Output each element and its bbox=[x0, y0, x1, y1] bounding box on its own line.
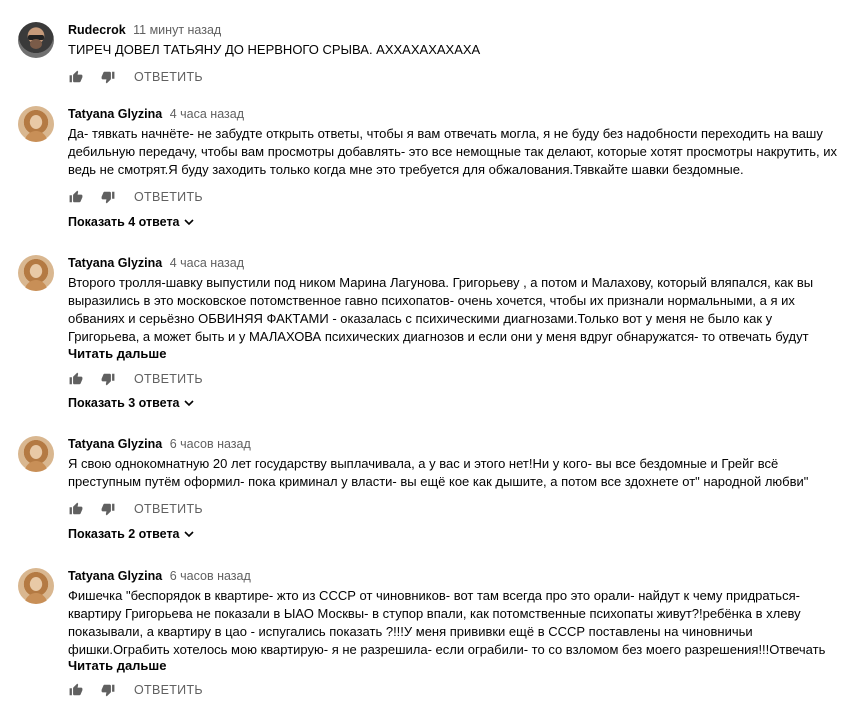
dislike-icon[interactable] bbox=[100, 189, 116, 205]
comment-author[interactable]: Tatyana Glyzina bbox=[68, 107, 162, 121]
like-icon[interactable] bbox=[68, 501, 84, 517]
dislike-icon[interactable] bbox=[100, 501, 116, 517]
comment-time[interactable]: 6 часов назад bbox=[170, 569, 251, 583]
show-replies-button[interactable]: Показать 4 ответа bbox=[68, 215, 194, 229]
comment-time[interactable]: 6 часов назад bbox=[170, 437, 251, 451]
reply-button[interactable]: ОТВЕТИТЬ bbox=[134, 372, 203, 386]
show-replies-label: Показать 3 ответа bbox=[68, 396, 180, 410]
avatar[interactable] bbox=[18, 436, 54, 472]
comment-time[interactable]: 11 минут назад bbox=[133, 23, 221, 37]
dislike-icon[interactable] bbox=[100, 69, 116, 85]
like-icon[interactable] bbox=[68, 371, 84, 387]
chevron-down-icon bbox=[183, 219, 194, 226]
dislike-icon[interactable] bbox=[100, 682, 116, 698]
comment-text: Второго тролля-шавку выпустили под ником… bbox=[68, 275, 814, 344]
avatar[interactable] bbox=[18, 106, 54, 142]
like-icon[interactable] bbox=[68, 682, 84, 698]
avatar[interactable] bbox=[18, 22, 54, 58]
comment-author[interactable]: Tatyana Glyzina bbox=[68, 569, 162, 583]
avatar[interactable] bbox=[18, 255, 54, 291]
show-replies-button[interactable]: Показать 2 ответа bbox=[68, 527, 194, 541]
reply-button[interactable]: ОТВЕТИТЬ bbox=[134, 683, 203, 697]
comment-author[interactable]: Tatyana Glyzina bbox=[68, 437, 162, 451]
show-replies-label: Показать 2 ответа bbox=[68, 527, 180, 541]
read-more-link[interactable]: Читать дальше bbox=[68, 658, 167, 673]
comment-time[interactable]: 4 часа назад bbox=[170, 107, 244, 121]
comment-author[interactable]: Tatyana Glyzina bbox=[68, 256, 162, 270]
chevron-down-icon bbox=[183, 400, 194, 407]
show-replies-button[interactable]: Показать 3 ответа bbox=[68, 396, 194, 410]
comment-text: Да- тявкать начнёте- не забудте открыть … bbox=[68, 126, 838, 177]
reply-button[interactable]: ОТВЕТИТЬ bbox=[134, 502, 203, 516]
comment-text: ТИРЕЧ ДОВЕЛ ТАТЬЯНУ ДО НЕРВНОГО СРЫВА. А… bbox=[68, 42, 481, 57]
dislike-icon[interactable] bbox=[100, 371, 116, 387]
avatar[interactable] bbox=[18, 568, 54, 604]
show-replies-label: Показать 4 ответа bbox=[68, 215, 180, 229]
comment-author[interactable]: Rudecrok bbox=[68, 23, 126, 37]
read-more-link[interactable]: Читать дальше bbox=[68, 346, 167, 361]
like-icon[interactable] bbox=[68, 69, 84, 85]
comment-text: Я свою однокомнатную 20 лет государству … bbox=[68, 456, 809, 489]
chevron-down-icon bbox=[183, 531, 194, 538]
comment-text: Фишечка "беспорядок в квартире- жто из С… bbox=[68, 588, 826, 657]
comment-time[interactable]: 4 часа назад bbox=[170, 256, 244, 270]
like-icon[interactable] bbox=[68, 189, 84, 205]
reply-button[interactable]: ОТВЕТИТЬ bbox=[134, 190, 203, 204]
reply-button[interactable]: ОТВЕТИТЬ bbox=[134, 70, 203, 84]
